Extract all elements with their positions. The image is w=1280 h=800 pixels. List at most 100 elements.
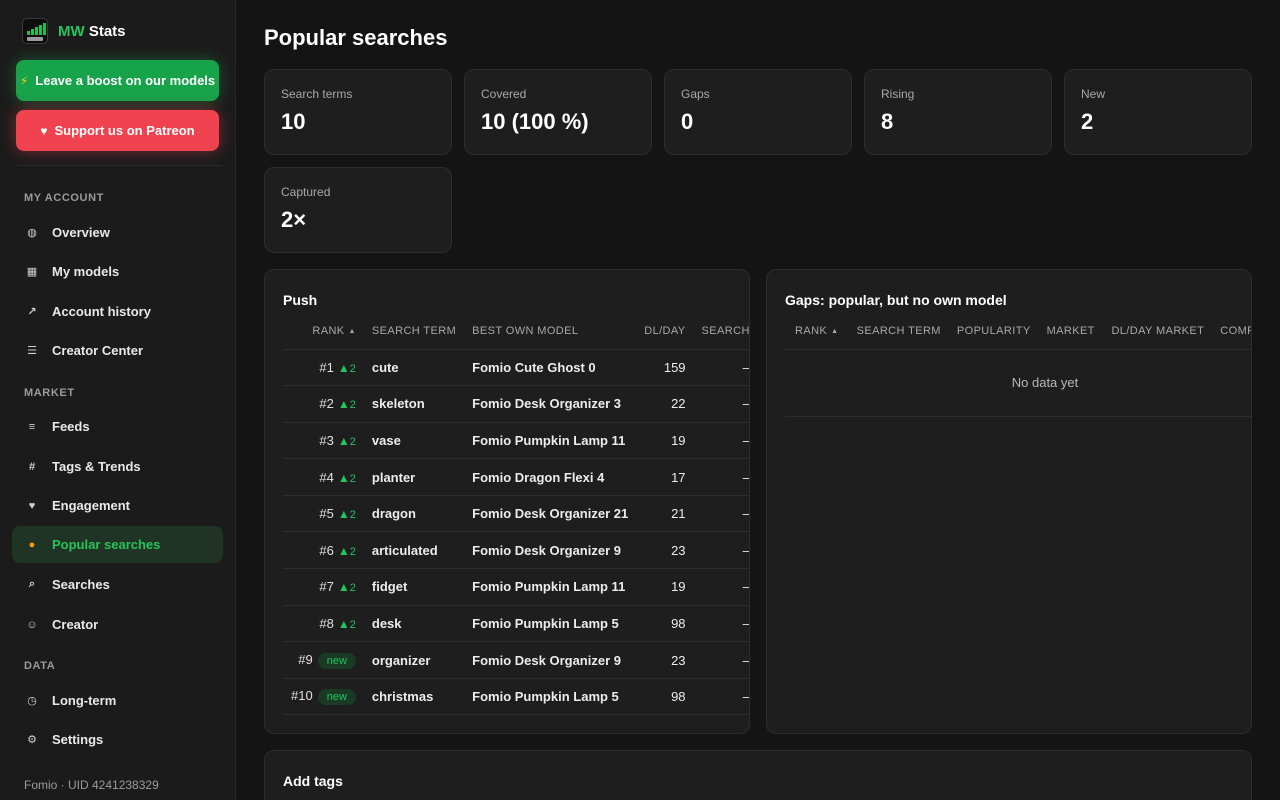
list-icon: ☰ — [27, 345, 37, 357]
rank-value: #1 — [319, 359, 334, 375]
best-own-model[interactable]: Fomio Pumpkin Lamp 5 — [464, 678, 637, 716]
dl-per-day: 17 — [636, 458, 694, 496]
search-term: dragon — [363, 495, 465, 533]
search-value: – — [693, 458, 749, 496]
stat-card-captured: Captured 2× — [264, 167, 452, 253]
rank-value: #9 — [298, 651, 313, 667]
column-header-competition[interactable]: COMPE — [1212, 313, 1251, 350]
search-term: cute — [363, 349, 465, 387]
table-row[interactable]: #6 ▲2 articulated Fomio Desk Organizer 9 … — [283, 531, 749, 570]
add-tags-title: Add tags — [283, 773, 343, 789]
search-value: – — [693, 495, 749, 533]
table-row[interactable]: #3 ▲2 vase Fomio Pumpkin Lamp 11 19 – — [283, 422, 749, 460]
fire-icon: ● — [28, 538, 36, 551]
table-row[interactable]: #9 new organizer Fomio Desk Organizer 9 2… — [283, 641, 749, 679]
table-row[interactable]: #7 ▲2 fidget Fomio Pumpkin Lamp 11 19 – — [283, 568, 749, 606]
arrow-up-icon: ▲ — [337, 360, 350, 375]
stat-card-rising: Rising 8 — [864, 69, 1052, 155]
sidebar-item-creator-center[interactable]: ☰ Creator Center — [12, 332, 223, 369]
page-title: Popular searches — [264, 25, 448, 50]
stat-card-covered: Covered 10 (100 %) — [464, 69, 652, 155]
rank-value: #3 — [319, 432, 334, 448]
column-header-best-own-model[interactable]: BEST OWN MODEL — [464, 313, 637, 350]
push-title: Push — [283, 292, 318, 308]
column-header-search[interactable]: SEARCH — [693, 313, 749, 350]
column-header-dl-day-market[interactable]: DL/DAY MARKET — [1103, 313, 1213, 350]
search-value: – — [693, 678, 749, 716]
rank-up-indicator: ▲2 — [337, 397, 356, 412]
sidebar-item-popular-searches[interactable]: ● Popular searches — [12, 526, 223, 563]
table-row[interactable]: #1 ▲2 cute Fomio Cute Ghost 0 159 – — [283, 349, 749, 387]
rank-value: #8 — [319, 615, 334, 631]
dl-per-day: 23 — [636, 531, 694, 570]
rank-up-indicator: ▲2 — [337, 507, 356, 522]
search-term: articulated — [363, 531, 465, 570]
sort-up-icon: ▲ — [831, 327, 839, 335]
rank-value: #10 — [291, 688, 313, 704]
brand[interactable]: MW Stats — [22, 18, 126, 44]
best-own-model[interactable]: Fomio Desk Organizer 3 — [464, 385, 637, 423]
sidebar-item-account-history[interactable]: ↗ Account history — [12, 293, 223, 330]
best-own-model[interactable]: Fomio Desk Organizer 9 — [464, 531, 637, 570]
search-term: vase — [363, 422, 465, 460]
best-own-model[interactable]: Fomio Dragon Flexi 4 — [464, 458, 637, 496]
search-term: skeleton — [363, 385, 465, 423]
column-header-market[interactable]: MARKET — [1038, 313, 1104, 350]
dl-per-day: 21 — [636, 495, 694, 533]
sidebar-item-searches[interactable]: ⌕ Searches — [12, 566, 223, 603]
best-own-model[interactable]: Fomio Pumpkin Lamp 5 — [464, 605, 637, 643]
sidebar-item-creator[interactable]: ☺ Creator — [12, 606, 223, 643]
column-header-popularity[interactable]: POPULARITY — [948, 313, 1039, 350]
arrow-up-icon: ▲ — [337, 470, 350, 485]
dl-per-day: 98 — [636, 678, 694, 716]
rank-value: #7 — [319, 579, 334, 595]
column-header-dl-day[interactable]: DL/DAY — [636, 313, 694, 350]
search-value: – — [693, 422, 749, 460]
best-own-model[interactable]: Fomio Desk Organizer 21 — [464, 495, 637, 533]
column-header-search-term[interactable]: SEARCH TERM — [363, 313, 465, 350]
table-row[interactable]: #2 ▲2 skeleton Fomio Desk Organizer 3 22 … — [283, 385, 749, 423]
sidebar-item-tags-trends[interactable]: # Tags & Trends — [12, 448, 223, 485]
sidebar-item-feeds[interactable]: ≡ Feeds — [12, 408, 223, 445]
best-own-model[interactable]: Fomio Pumpkin Lamp 11 — [464, 568, 637, 606]
empty-state: No data yet — [785, 348, 1251, 417]
sidebar-item-engagement[interactable]: ♥ Engagement — [12, 487, 223, 524]
sidebar-item-overview[interactable]: ◍ Overview — [12, 214, 223, 251]
patreon-button[interactable]: ♥ Support us on Patreon — [16, 110, 219, 151]
column-header-rank[interactable]: RANK ▲ — [283, 313, 364, 350]
column-header-search-term[interactable]: SEARCH TERM — [848, 313, 949, 350]
sidebar-divider — [16, 165, 223, 166]
stat-card-search-terms: Search terms 10 — [264, 69, 452, 155]
best-own-model[interactable]: Fomio Desk Organizer 9 — [464, 641, 637, 679]
sidebar-item-long-term[interactable]: ◷ Long-term — [12, 682, 223, 719]
stat-card-gaps: Gaps 0 — [664, 69, 852, 155]
grid-icon: ▦ — [26, 266, 38, 278]
brand-logo-icon — [22, 18, 48, 44]
search-icon: ⌕ — [28, 578, 36, 590]
table-row[interactable]: #10 new christmas Fomio Pumpkin Lamp 5 98… — [283, 678, 749, 716]
best-own-model[interactable]: Fomio Cute Ghost 0 — [464, 349, 637, 387]
sidebar-item-settings[interactable]: ⚙ Settings — [12, 721, 223, 758]
rank-value: #4 — [319, 469, 334, 485]
search-term: fidget — [363, 568, 465, 606]
search-value: – — [693, 385, 749, 423]
search-term: organizer — [363, 641, 465, 679]
section-label-account: MY ACCOUNT — [24, 192, 104, 204]
column-header-rank[interactable]: RANK ▲ — [785, 313, 849, 350]
arrow-up-icon: ▲ — [337, 397, 350, 412]
dl-per-day: 22 — [636, 385, 694, 423]
table-row[interactable]: #5 ▲2 dragon Fomio Desk Organizer 21 21 – — [283, 495, 749, 533]
globe-icon: ◍ — [27, 227, 37, 239]
rank-up-indicator: ▲2 — [337, 580, 356, 595]
table-row[interactable]: #4 ▲2 planter Fomio Dragon Flexi 4 17 – — [283, 458, 749, 496]
sidebar: MW Stats ⚡ Leave a boost on our models ♥… — [0, 0, 236, 800]
arrow-up-icon: ▲ — [337, 616, 350, 631]
best-own-model[interactable]: Fomio Pumpkin Lamp 11 — [464, 422, 637, 460]
rank-value: #5 — [319, 506, 334, 522]
boost-button[interactable]: ⚡ Leave a boost on our models — [16, 60, 219, 101]
search-value: – — [693, 605, 749, 643]
rank-up-indicator: ▲2 — [337, 470, 356, 485]
table-row[interactable]: #8 ▲2 desk Fomio Pumpkin Lamp 5 98 – — [283, 605, 749, 643]
rank-up-indicator: ▲2 — [337, 433, 356, 448]
sidebar-item-my-models[interactable]: ▦ My models — [12, 253, 223, 290]
